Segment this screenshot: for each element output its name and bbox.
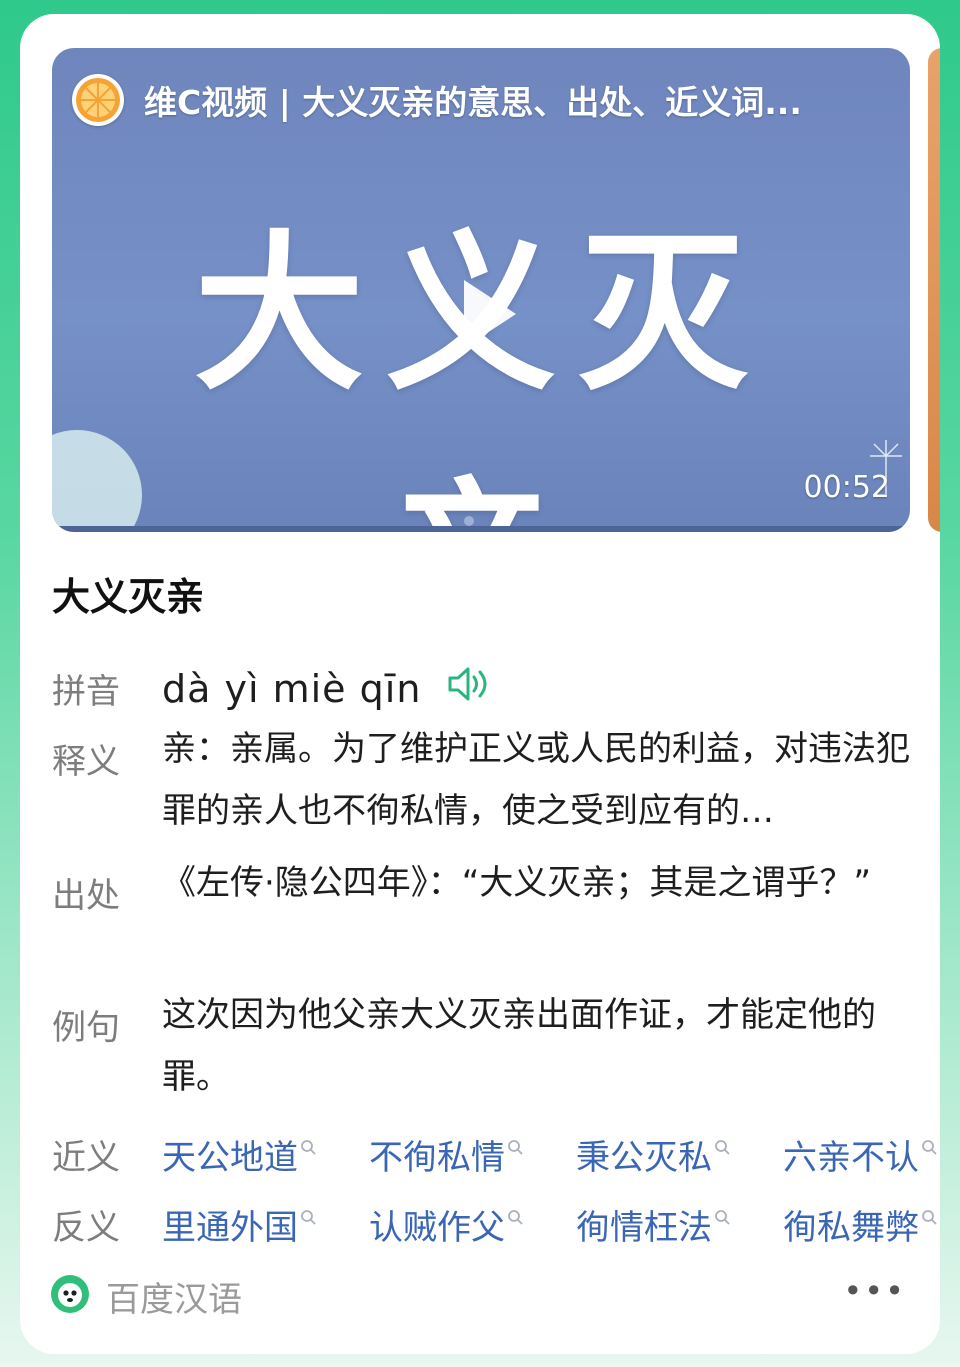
search-icon: [921, 1130, 937, 1164]
synonyms-list: 天公地道 不徇私情 秉公灭私 六亲不认: [162, 1130, 940, 1190]
card-footer: 百度汉语 •••: [50, 1272, 930, 1328]
antonym-link[interactable]: 徇私舞弊: [783, 1200, 940, 1249]
synonym-text[interactable]: 不徇私情: [369, 1138, 505, 1178]
source-label: 出处: [52, 876, 120, 916]
progress-dot[interactable]: [464, 516, 474, 526]
synonym-text[interactable]: 秉公灭私: [576, 1138, 712, 1178]
antonym-text[interactable]: 徇情枉法: [576, 1208, 712, 1248]
video-duration: 00:52: [803, 470, 890, 505]
antonym-link[interactable]: 徇情枉法: [576, 1200, 783, 1249]
meaning-value: 亲：亲属。为了维护正义或人民的利益，对违法犯罪的亲人也不徇私情，使之受到应有的…: [162, 729, 910, 831]
baidu-hanyu-icon: [50, 1274, 90, 1318]
pinyin-content: dà yì miè qīn: [162, 658, 922, 724]
video-title[interactable]: 维C视频 | 大义灭亲的意思、出处、近义词...: [144, 76, 884, 124]
synonym-link[interactable]: 不徇私情: [369, 1130, 576, 1179]
video-overlay-text: 大义灭亲: [193, 216, 770, 532]
orange-slice-icon: [72, 74, 124, 126]
antonyms-list: 里通外国 认贼作父 徇情枉法 徇私舞弊: [162, 1200, 940, 1260]
search-icon: [714, 1200, 730, 1234]
search-icon: [300, 1200, 316, 1234]
antonym-text[interactable]: 里通外国: [162, 1208, 298, 1248]
example-label: 例句: [52, 1008, 120, 1048]
antonym-link[interactable]: 里通外国: [162, 1200, 369, 1249]
pinyin-value: dà yì miè qīn: [162, 667, 422, 711]
synonym-text[interactable]: 六亲不认: [783, 1138, 919, 1178]
search-icon: [714, 1130, 730, 1164]
search-icon: [921, 1200, 937, 1234]
result-card: 维C视频 | 大义灭亲的意思、出处、近义词... 大义灭亲 00:52 大义灭亲…: [20, 14, 940, 1354]
search-icon: [507, 1130, 523, 1164]
synonyms-label: 近义: [52, 1138, 120, 1178]
antonym-link[interactable]: 认贼作父: [369, 1200, 576, 1249]
entry-title[interactable]: 大义灭亲: [52, 566, 204, 621]
synonym-link[interactable]: 六亲不认: [783, 1130, 940, 1179]
next-video-peek[interactable]: [928, 48, 940, 532]
antonyms-label: 反义: [52, 1208, 120, 1248]
pinyin-label: 拼音: [52, 672, 120, 712]
more-menu-button[interactable]: •••: [843, 1272, 906, 1310]
synonym-link[interactable]: 秉公灭私: [576, 1130, 783, 1179]
example-value: 这次因为他父亲大义灭亲出面作证，才能定他的罪。: [162, 995, 876, 1097]
antonym-text[interactable]: 徇私舞弊: [783, 1208, 919, 1248]
synonym-link[interactable]: 天公地道: [162, 1130, 369, 1179]
search-icon: [507, 1200, 523, 1234]
play-icon[interactable]: [464, 280, 516, 348]
video-player[interactable]: 维C视频 | 大义灭亲的意思、出处、近义词... 大义灭亲 00:52: [52, 48, 910, 532]
antonym-text[interactable]: 认贼作父: [369, 1208, 505, 1248]
source-name[interactable]: 百度汉语: [106, 1272, 242, 1321]
speaker-icon[interactable]: [446, 662, 492, 724]
source-value: 《左传·隐公四年》：“大义灭亲；其是之谓乎？”: [162, 863, 872, 903]
progress-bar[interactable]: [52, 526, 910, 532]
meaning-label: 释义: [52, 742, 120, 782]
search-icon: [300, 1130, 316, 1164]
synonym-text[interactable]: 天公地道: [162, 1138, 298, 1178]
